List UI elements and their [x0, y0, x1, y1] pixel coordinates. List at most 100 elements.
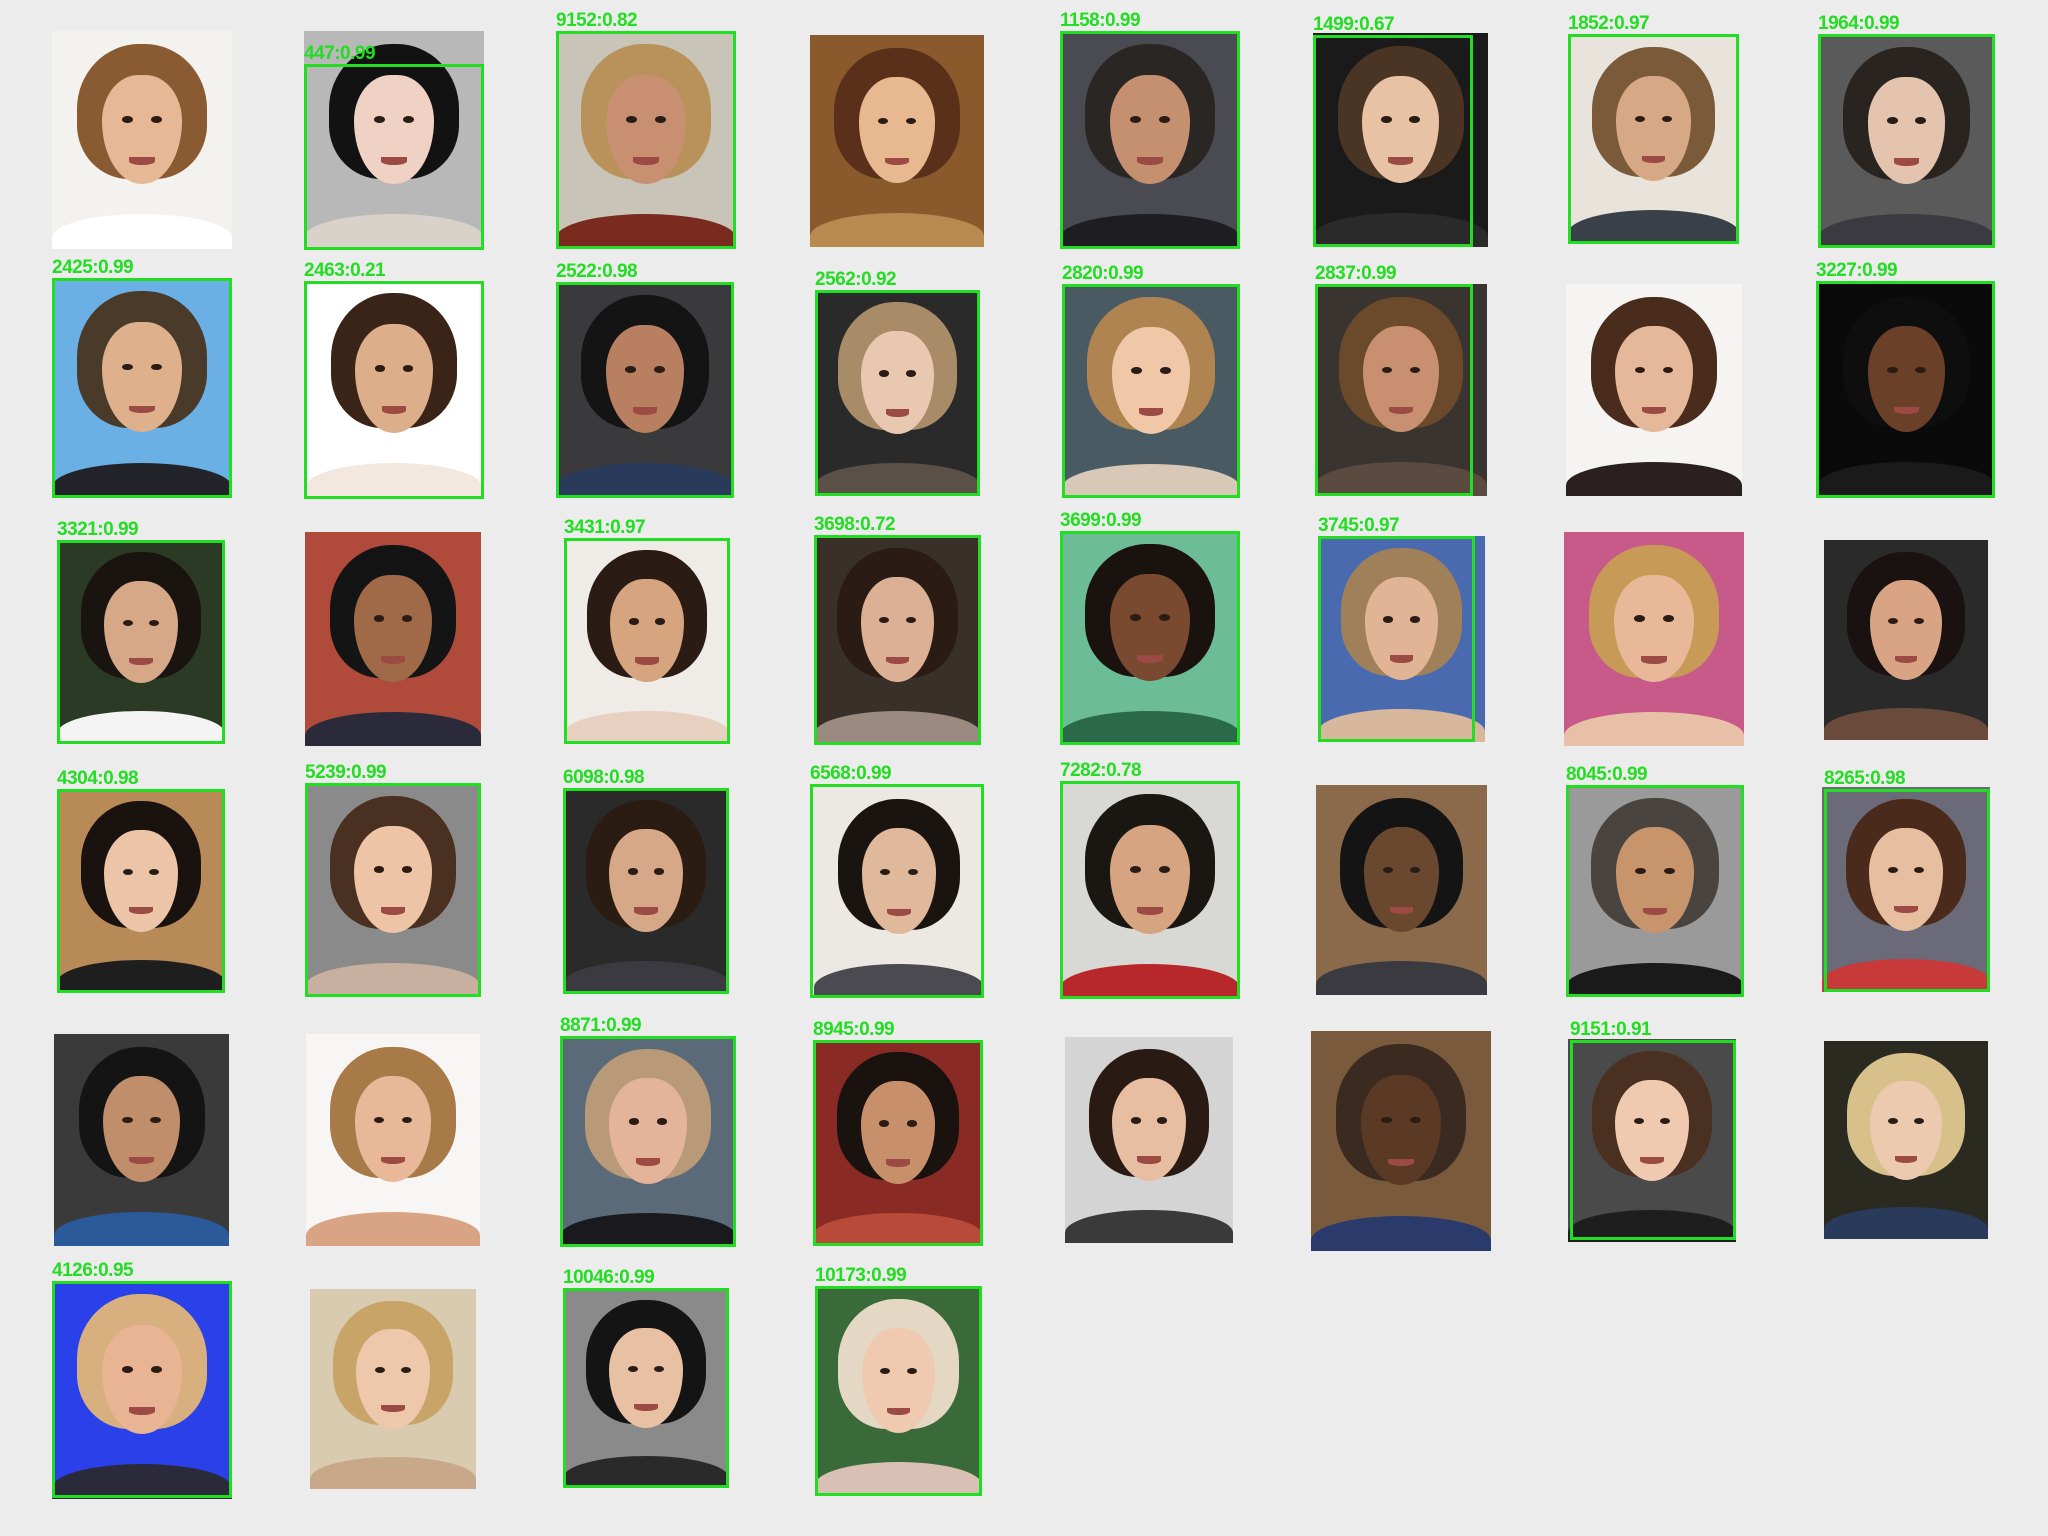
left-eye [122, 1116, 133, 1124]
face-detection-grid: 447:0.99 9152:0.82 1158:0.99 1499:0.67 1852:… [0, 0, 2048, 1536]
detection-label: 8265:0.98 [1824, 768, 1906, 789]
detection-label: 2820:0.99 [1062, 263, 1144, 284]
detection-label: 3698:0.72 [814, 514, 896, 535]
detection-label: 2562:0.92 [815, 269, 897, 290]
mouth [1894, 1155, 1918, 1163]
right-eye [401, 1116, 413, 1124]
detection-box [815, 290, 980, 496]
detection-box [1824, 789, 1990, 992]
detection-box [1816, 281, 1995, 498]
detection-label: 1158:0.99 [1060, 10, 1141, 31]
detection-box [560, 1036, 736, 1247]
left-eye [373, 615, 385, 622]
mouth [1137, 1156, 1161, 1164]
right-eye [1157, 1117, 1168, 1124]
detection-box [1570, 1040, 1736, 1240]
detection-label: 3699:0.99 [1060, 510, 1142, 531]
face-photo [310, 1289, 476, 1489]
detection-box [1060, 31, 1240, 249]
left-eye [122, 116, 133, 123]
right-eye [151, 116, 162, 123]
detection-label: 8871:0.99 [560, 1015, 642, 1036]
detection-box [1818, 34, 1995, 248]
face-photo [305, 532, 481, 746]
left-eye [1887, 1118, 1898, 1125]
face-photo [1824, 540, 1988, 740]
face-photo [1311, 1031, 1491, 1251]
face-photo [1316, 785, 1487, 995]
detection-box [57, 540, 225, 744]
detection-label: 2837:0.99 [1315, 263, 1397, 284]
detection-box [1315, 284, 1473, 496]
detection-label: 8045:0.99 [1566, 764, 1648, 785]
detection-label: 4304:0.98 [57, 768, 139, 789]
detection-box [305, 783, 481, 997]
detection-label: 6098:0.98 [563, 767, 645, 788]
detection-box [1313, 35, 1473, 247]
detection-label: 447:0.99 [304, 43, 376, 64]
detection-label: 1499:0.67 [1313, 14, 1395, 35]
right-eye [1914, 618, 1925, 624]
mouth [129, 157, 155, 166]
detection-label: 7282:0.78 [1060, 760, 1142, 781]
detection-box [563, 1288, 729, 1488]
face-photo [52, 31, 232, 249]
detection-box [1318, 536, 1475, 742]
right-eye [150, 1116, 161, 1124]
detection-box [1566, 785, 1744, 997]
detection-label: 3745:0.97 [1318, 515, 1400, 536]
detection-label: 3321:0.99 [57, 519, 139, 540]
detection-box [563, 788, 729, 994]
detection-label: 2522:0.98 [556, 261, 638, 282]
detection-box [304, 64, 484, 250]
detection-label: 10173:0.99 [815, 1265, 907, 1286]
mouth [1894, 656, 1918, 663]
left-eye [1887, 618, 1898, 624]
face-photo [1566, 284, 1742, 496]
detection-label: 2463:0.21 [304, 260, 386, 281]
face-photo [54, 1034, 229, 1246]
mouth [380, 656, 406, 664]
right-eye [401, 615, 413, 622]
detection-box [813, 1040, 983, 1246]
detection-label: 1964:0.99 [1818, 13, 1900, 34]
right-eye [905, 117, 917, 125]
detection-box [52, 1281, 232, 1498]
detection-label: 8945:0.99 [813, 1019, 895, 1040]
detection-box [1060, 531, 1240, 745]
detection-box [1060, 781, 1240, 999]
detection-label: 9151:0.91 [1570, 1019, 1652, 1040]
detection-box [1062, 284, 1240, 498]
face-photo [306, 1034, 480, 1246]
detection-box [304, 281, 484, 499]
detection-box [556, 31, 736, 249]
mouth [381, 1405, 405, 1412]
detection-box [564, 538, 730, 744]
detection-label: 5239:0.99 [305, 762, 387, 783]
detection-box [556, 282, 734, 498]
detection-box [815, 1286, 982, 1496]
detection-label: 10046:0.99 [563, 1267, 655, 1288]
detection-box [814, 535, 981, 745]
left-eye [374, 1367, 385, 1373]
detection-box [57, 789, 225, 993]
mouth [1641, 656, 1667, 664]
left-eye [1634, 366, 1646, 374]
face-photo [1065, 1037, 1233, 1243]
face-photo [1824, 1041, 1988, 1239]
face-photo [1564, 532, 1744, 746]
left-eye [1634, 615, 1645, 622]
detection-label: 2425:0.99 [52, 257, 134, 278]
right-eye [1663, 615, 1674, 622]
detection-label: 3431:0.97 [564, 517, 646, 538]
detection-label: 3227:0.99 [1816, 260, 1898, 281]
detection-label: 6568:0.99 [810, 763, 892, 784]
detection-box [810, 784, 984, 998]
detection-box [1568, 34, 1739, 244]
face-photo [810, 35, 984, 247]
detection-box [52, 278, 232, 498]
detection-label: 4126:0.95 [52, 1260, 134, 1281]
detection-label: 9152:0.82 [556, 10, 638, 31]
left-eye [1130, 1117, 1141, 1124]
detection-label: 1852:0.97 [1568, 13, 1650, 34]
